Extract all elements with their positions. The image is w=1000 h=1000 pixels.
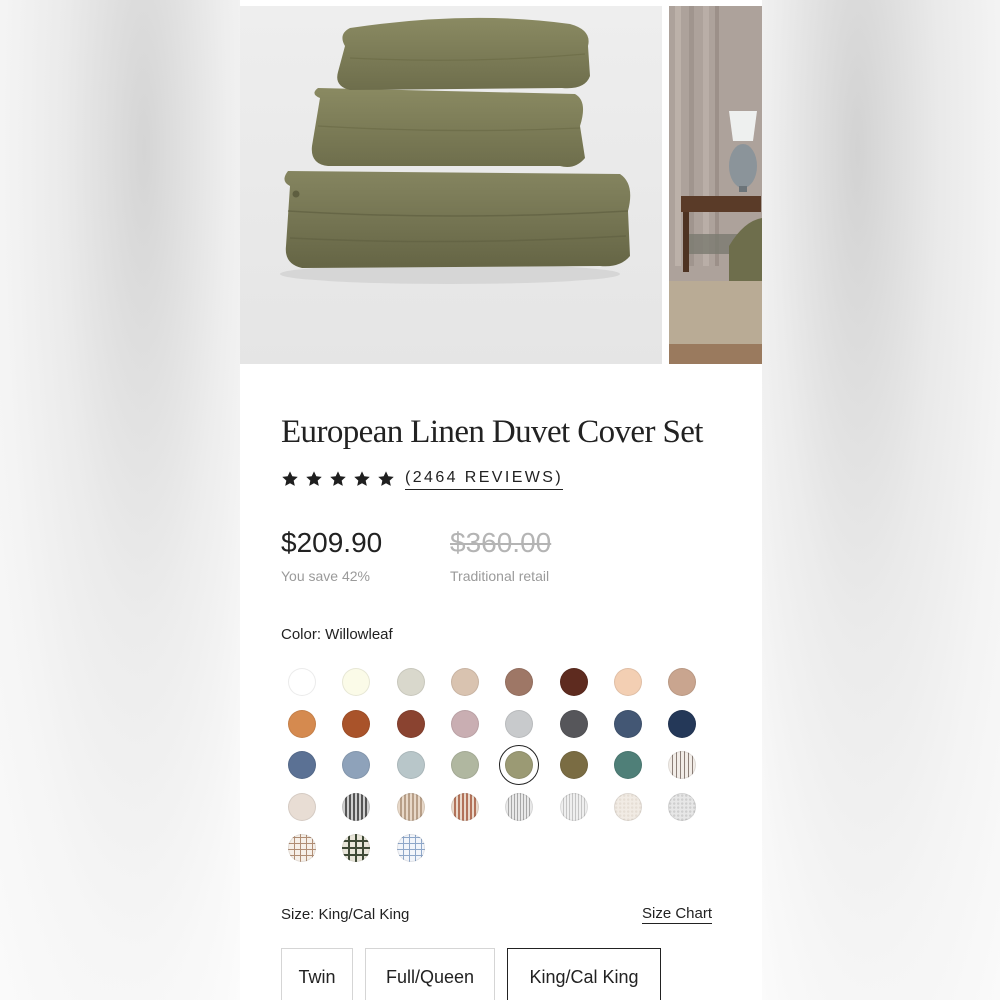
color-swatch[interactable] [668,709,697,738]
color-swatch[interactable] [288,751,316,779]
color-swatch[interactable] [559,792,588,821]
size-option-twin[interactable]: Twin [281,948,353,1000]
color-swatch[interactable] [288,709,316,738]
color-swatch[interactable] [450,668,479,696]
color-swatch[interactable] [668,792,697,821]
size-chart-link[interactable]: Size Chart [642,905,713,924]
color-swatch[interactable] [396,792,425,821]
color-swatch[interactable] [613,668,642,696]
color-swatch[interactable] [559,668,588,696]
color-swatch[interactable] [288,792,316,821]
color-swatch[interactable] [396,751,425,779]
color-swatch[interactable] [342,834,371,862]
product-image-lifestyle[interactable] [669,6,762,364]
size-label: Size: King/Cal King [281,906,410,923]
original-price: $360.00 [450,527,552,558]
color-swatch[interactable] [668,668,697,696]
size-option-full-queen[interactable]: Full/Queen [365,948,495,1000]
star-icon [330,471,346,486]
product-image-gallery[interactable] [240,6,762,364]
color-swatch[interactable] [450,792,479,821]
background-left [0,0,240,1000]
star-icon [282,471,298,486]
color-swatch[interactable] [613,709,642,738]
folded-duvet-illustration [240,6,662,364]
star-icon [306,471,322,486]
color-swatch[interactable] [450,751,479,779]
background-right [762,0,1000,1000]
color-swatch[interactable] [499,745,540,785]
savings-text: You save 42% [281,568,370,584]
color-swatch[interactable] [396,668,425,696]
size-option-king-cal-king[interactable]: King/Cal King [507,948,661,1000]
color-swatch[interactable] [613,792,642,821]
color-swatch[interactable] [450,709,479,738]
color-swatch[interactable] [342,792,371,821]
color-swatch[interactable] [505,792,534,821]
color-swatch[interactable] [288,834,316,862]
color-label: Color: Willowleaf [281,626,393,643]
color-swatch[interactable] [559,709,588,738]
sale-price: $209.90 [281,527,383,558]
color-swatch[interactable] [288,668,316,696]
color-swatch[interactable] [342,709,371,738]
color-swatch[interactable] [668,751,697,779]
original-price-note: Traditional retail [450,568,550,584]
color-swatch[interactable] [613,751,642,779]
product-image-main[interactable] [240,6,662,364]
product-page: European Linen Duvet Cover Set (2464 REV… [240,0,762,1000]
color-swatch[interactable] [396,709,425,738]
reviews-link[interactable]: (2464 REVIEWS) [405,469,564,490]
rating-row: (2464 REVIEWS) [281,467,564,491]
color-swatch[interactable] [342,668,371,696]
color-swatch[interactable] [505,668,534,696]
bedroom-scene-illustration [669,6,762,364]
color-swatch[interactable] [559,751,588,779]
color-swatch[interactable] [396,834,425,862]
color-swatch[interactable] [342,751,371,779]
color-swatch[interactable] [505,709,534,738]
star-icon [354,471,370,486]
product-title: European Linen Duvet Cover Set [281,414,703,450]
star-icon [378,471,394,486]
